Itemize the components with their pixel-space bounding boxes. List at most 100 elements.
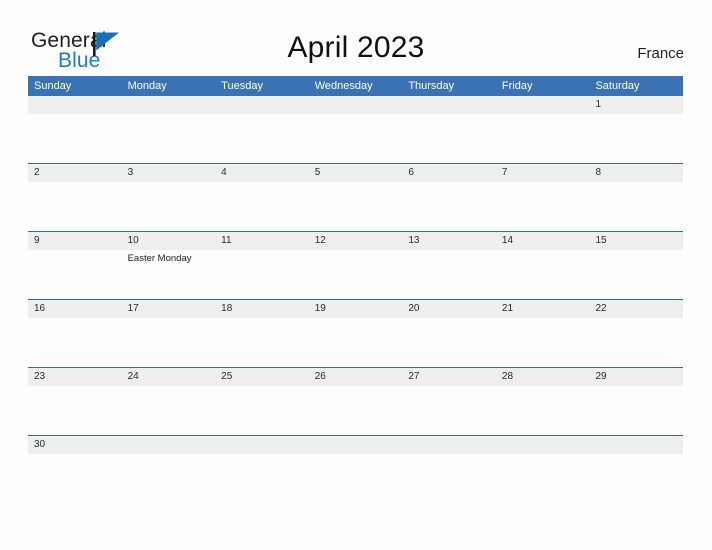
date-number-empty	[215, 96, 309, 114]
day-events-cell	[309, 250, 403, 299]
week-event-band	[28, 386, 683, 435]
calendar-week-row: 9 10 11 12 13 14 15 Easter Monday	[28, 231, 683, 299]
date-number[interactable]: 7	[496, 164, 590, 182]
week-date-band: 9 10 11 12 13 14 15	[28, 232, 683, 250]
date-number-empty	[28, 96, 122, 114]
day-events-cell	[589, 386, 683, 435]
calendar-weeks: 1 2 3 4 5 6 7 8 9 10 11 12 13 14 15 Easter Monday 16 17 18…	[28, 96, 683, 468]
date-number[interactable]: 3	[122, 164, 216, 182]
calendar-page: General Blue April 2023 France Sunday Mon…	[0, 0, 712, 550]
day-events-cell	[402, 386, 496, 435]
week-date-band: 1	[28, 96, 683, 114]
day-events-cell	[28, 250, 122, 299]
weekday-header-tuesday: Tuesday	[221, 80, 263, 92]
day-events-cell	[309, 386, 403, 435]
day-events-cell	[215, 386, 309, 435]
date-number[interactable]: 12	[309, 232, 403, 250]
day-events-cell	[215, 114, 309, 163]
day-events-cell	[122, 318, 216, 367]
date-number[interactable]: 29	[589, 368, 683, 386]
day-events-cell	[28, 454, 122, 468]
date-number[interactable]: 8	[589, 164, 683, 182]
date-number[interactable]: 24	[122, 368, 216, 386]
day-events-cell	[28, 182, 122, 231]
date-number-empty	[402, 436, 496, 454]
date-number[interactable]: 30	[28, 436, 122, 454]
day-events-cell	[215, 318, 309, 367]
weekday-header-row: Sunday Monday Tuesday Wednesday Thursday Frid…	[28, 76, 683, 96]
page-header: General Blue April 2023 France	[0, 0, 712, 76]
date-number-empty	[496, 96, 590, 114]
day-events-cell	[309, 454, 403, 468]
week-event-band	[28, 114, 683, 163]
day-events-cell	[589, 250, 683, 299]
date-number[interactable]: 4	[215, 164, 309, 182]
date-number[interactable]: 18	[215, 300, 309, 318]
day-events-cell	[496, 454, 590, 468]
day-events-cell	[28, 386, 122, 435]
country-label: France	[637, 45, 684, 62]
date-number-empty	[122, 96, 216, 114]
week-event-band	[28, 454, 683, 468]
day-events-cell	[402, 182, 496, 231]
date-number-empty	[589, 436, 683, 454]
week-date-band: 16 17 18 19 20 21 22	[28, 300, 683, 318]
calendar-week-row: 16 17 18 19 20 21 22	[28, 299, 683, 367]
week-event-band	[28, 318, 683, 367]
date-number[interactable]: 6	[402, 164, 496, 182]
day-events-cell	[496, 386, 590, 435]
day-events-cell	[496, 250, 590, 299]
date-number[interactable]: 26	[309, 368, 403, 386]
date-number[interactable]: 2	[28, 164, 122, 182]
day-events-cell	[122, 182, 216, 231]
date-number-empty	[402, 96, 496, 114]
date-number[interactable]: 5	[309, 164, 403, 182]
day-events-cell	[215, 182, 309, 231]
day-events-cell	[496, 182, 590, 231]
date-number[interactable]: 19	[309, 300, 403, 318]
date-number[interactable]: 25	[215, 368, 309, 386]
date-number[interactable]: 28	[496, 368, 590, 386]
date-number[interactable]: 10	[122, 232, 216, 250]
day-events-cell	[496, 114, 590, 163]
page-title: April 2023	[287, 31, 425, 64]
day-events-cell[interactable]: Easter Monday	[122, 250, 216, 299]
calendar-week-row: 23 24 25 26 27 28 29	[28, 367, 683, 435]
calendar-week-row: 2345678	[28, 163, 683, 231]
day-events-cell	[402, 454, 496, 468]
calendar-week-row: 1	[28, 96, 683, 163]
date-number[interactable]: 13	[402, 232, 496, 250]
date-number[interactable]: 11	[215, 232, 309, 250]
date-number[interactable]: 15	[589, 232, 683, 250]
date-number[interactable]: 14	[496, 232, 590, 250]
weekday-header-friday: Friday	[501, 80, 533, 92]
day-events-cell	[122, 114, 216, 163]
day-events-cell	[309, 318, 403, 367]
day-events-cell	[309, 182, 403, 231]
week-event-band	[28, 182, 683, 231]
day-events-cell	[402, 318, 496, 367]
week-date-band: 30	[28, 436, 683, 454]
day-events-cell	[122, 386, 216, 435]
calendar-grid: Sunday Monday Tuesday Wednesday Thursday Frid…	[28, 76, 683, 468]
date-number-empty	[309, 96, 403, 114]
date-number[interactable]: 21	[496, 300, 590, 318]
date-number-empty	[496, 436, 590, 454]
date-number[interactable]: 20	[402, 300, 496, 318]
date-number[interactable]: 23	[28, 368, 122, 386]
day-events-cell	[402, 250, 496, 299]
date-number[interactable]: 17	[122, 300, 216, 318]
day-events-cell	[589, 114, 683, 163]
date-number-empty	[215, 436, 309, 454]
day-events-cell	[589, 318, 683, 367]
day-events-cell	[215, 454, 309, 468]
date-number[interactable]: 22	[589, 300, 683, 318]
date-number[interactable]: 9	[28, 232, 122, 250]
week-date-band: 2345678	[28, 164, 683, 182]
date-number[interactable]: 16	[28, 300, 122, 318]
day-events-cell	[28, 114, 122, 163]
holiday-event-label: Easter Monday	[127, 253, 192, 264]
date-number[interactable]: 1	[589, 96, 683, 114]
day-events-cell	[122, 454, 216, 468]
date-number[interactable]: 27	[402, 368, 496, 386]
